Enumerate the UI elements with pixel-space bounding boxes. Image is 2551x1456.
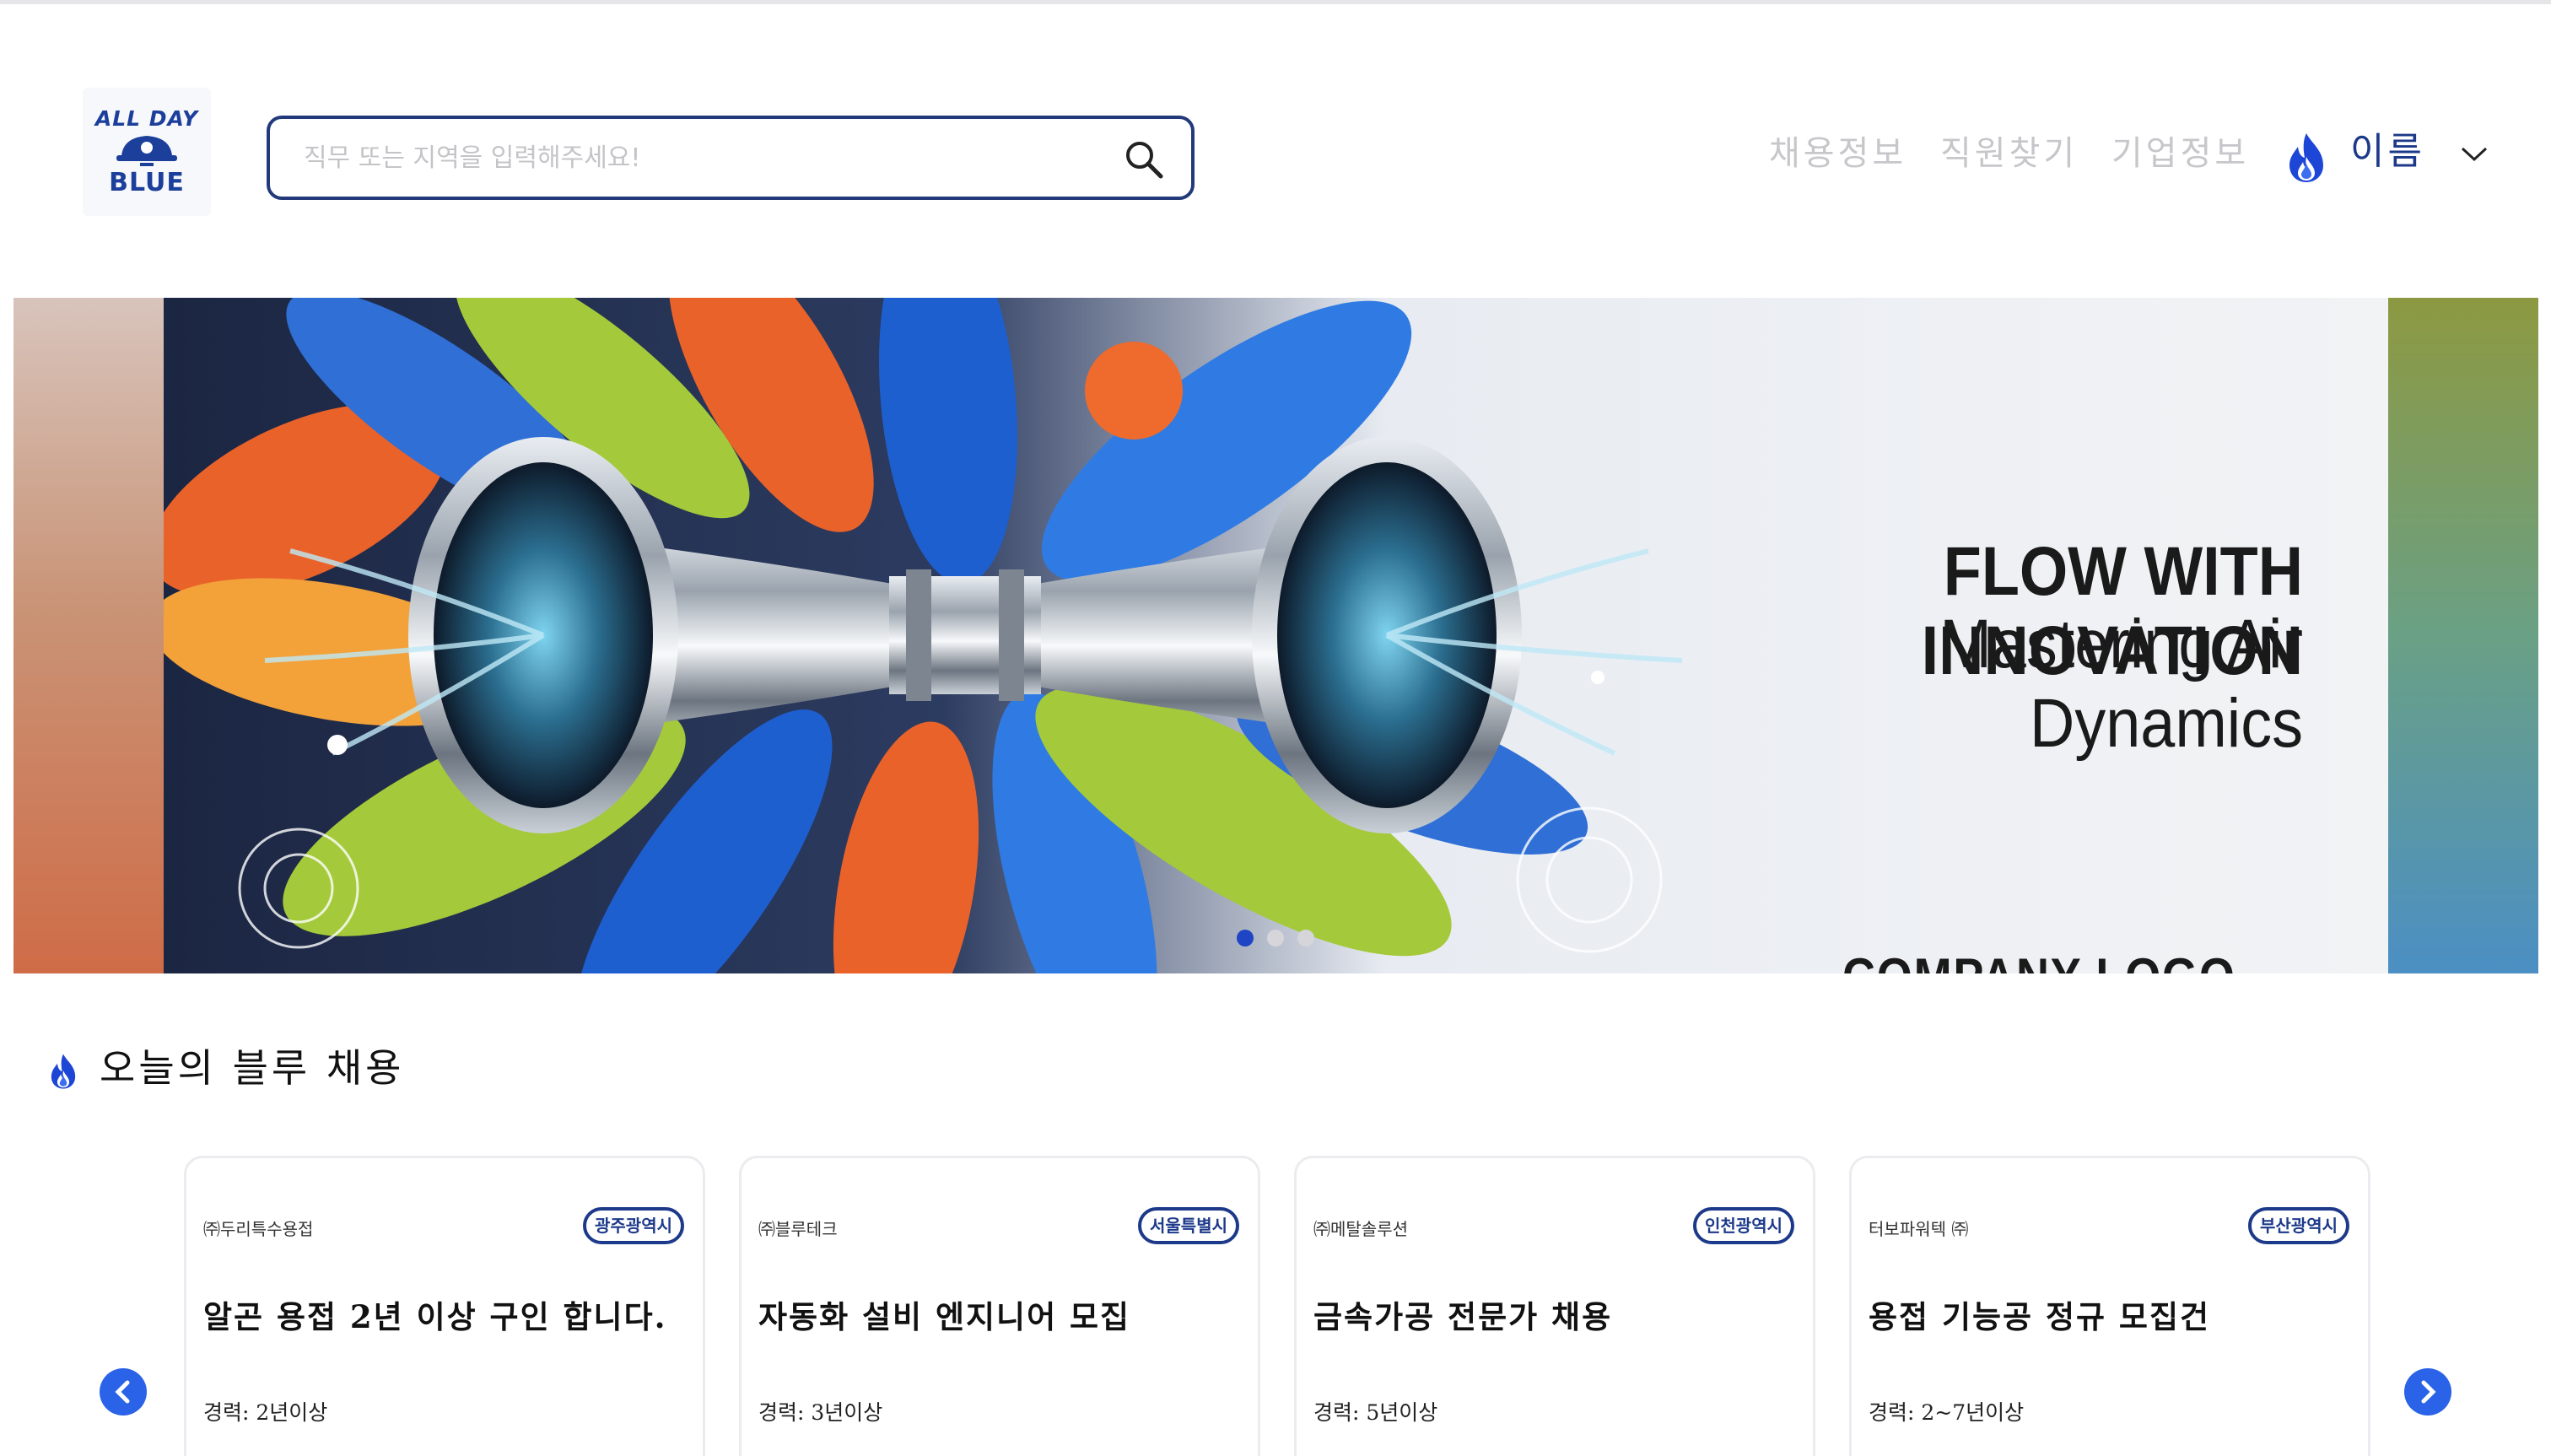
- job-title[interactable]: 자동화 설비 엔지니어 모집: [758, 1292, 1130, 1337]
- region-badge: 서울특별시: [1138, 1207, 1239, 1244]
- region-badge: 인천광역시: [1693, 1207, 1794, 1244]
- carousel-dot[interactable]: [1297, 930, 1314, 946]
- job-experience: 경력: 2년이상: [203, 1400, 328, 1425]
- site-logo[interactable]: ALL DAY BLUE: [83, 88, 211, 216]
- banner-subheadline: Mastering Air Dynamics: [1939, 606, 2303, 762]
- job-title[interactable]: 알곤 용접 2년 이상 구인 합니다.: [203, 1292, 667, 1337]
- hardhat-icon: [116, 136, 177, 166]
- logo-text-bottom: BLUE: [109, 168, 185, 197]
- next-slide-peek[interactable]: [2388, 298, 2538, 973]
- job-experience: 경력: 2~7년이상: [1869, 1400, 2025, 1425]
- banner-company-logo: COMPANY LOGO: [1842, 947, 2268, 973]
- carousel-dot[interactable]: [1267, 930, 1284, 946]
- section-title: 오늘의 블루 채용: [100, 1045, 405, 1091]
- flame-icon: [2289, 133, 2323, 182]
- search-icon[interactable]: [1122, 138, 1166, 181]
- nav-jobs[interactable]: 채용정보: [1769, 128, 1907, 179]
- chevron-down-icon[interactable]: [2460, 143, 2489, 164]
- job-company: ㈜메탈솔루션: [1313, 1219, 1408, 1239]
- search-input[interactable]: [304, 136, 1063, 180]
- nav-company-info[interactable]: 기업정보: [2111, 128, 2249, 179]
- carousel-dot[interactable]: [1237, 930, 1254, 946]
- job-card[interactable]: ㈜메탈솔루션 인천광역시 금속가공 전문가 채용 경력: 5년이상: [1294, 1156, 1815, 1456]
- chevron-right-icon: [2421, 1380, 2436, 1404]
- job-company: ㈜블루테크: [758, 1219, 838, 1239]
- nav-find-workers[interactable]: 직원찾기: [1940, 128, 2078, 179]
- user-name[interactable]: 이름: [2350, 127, 2425, 177]
- job-experience: 경력: 5년이상: [1313, 1400, 1438, 1425]
- job-card[interactable]: 터보파워텍 ㈜ 부산광역시 용접 기능공 정규 모집건 경력: 2~7년이상: [1849, 1156, 2370, 1456]
- flame-icon: [51, 1054, 76, 1089]
- region-badge: 광주광역시: [583, 1207, 684, 1244]
- job-title[interactable]: 금속가공 전문가 채용: [1313, 1292, 1612, 1337]
- search-bar[interactable]: [267, 116, 1195, 200]
- carousel-indicators: [1237, 930, 1314, 946]
- job-company: 터보파워텍 ㈜: [1869, 1219, 1969, 1239]
- job-experience: 경력: 3년이상: [758, 1400, 883, 1425]
- banner-slide: FLOW WITH INNOVATION Mastering Air Dynam…: [164, 298, 2388, 973]
- job-card[interactable]: ㈜블루테크 서울특별시 자동화 설비 엔지니어 모집 경력: 3년이상: [739, 1156, 1260, 1456]
- carousel-prev-button[interactable]: [100, 1368, 147, 1416]
- region-badge: 부산광역시: [2248, 1207, 2349, 1244]
- job-title[interactable]: 용접 기능공 정규 모집건: [1869, 1292, 2210, 1337]
- top-border: [0, 0, 2551, 4]
- job-card[interactable]: ㈜두리특수용접 광주광역시 알곤 용접 2년 이상 구인 합니다. 경력: 2년…: [184, 1156, 705, 1456]
- chevron-left-icon: [115, 1380, 130, 1404]
- hero-carousel[interactable]: FLOW WITH INNOVATION Mastering Air Dynam…: [13, 298, 2538, 973]
- job-company: ㈜두리특수용접: [203, 1219, 314, 1239]
- prev-slide-peek[interactable]: [13, 298, 164, 973]
- carousel-next-button[interactable]: [2404, 1368, 2451, 1416]
- logo-text-top: ALL DAY: [94, 106, 199, 131]
